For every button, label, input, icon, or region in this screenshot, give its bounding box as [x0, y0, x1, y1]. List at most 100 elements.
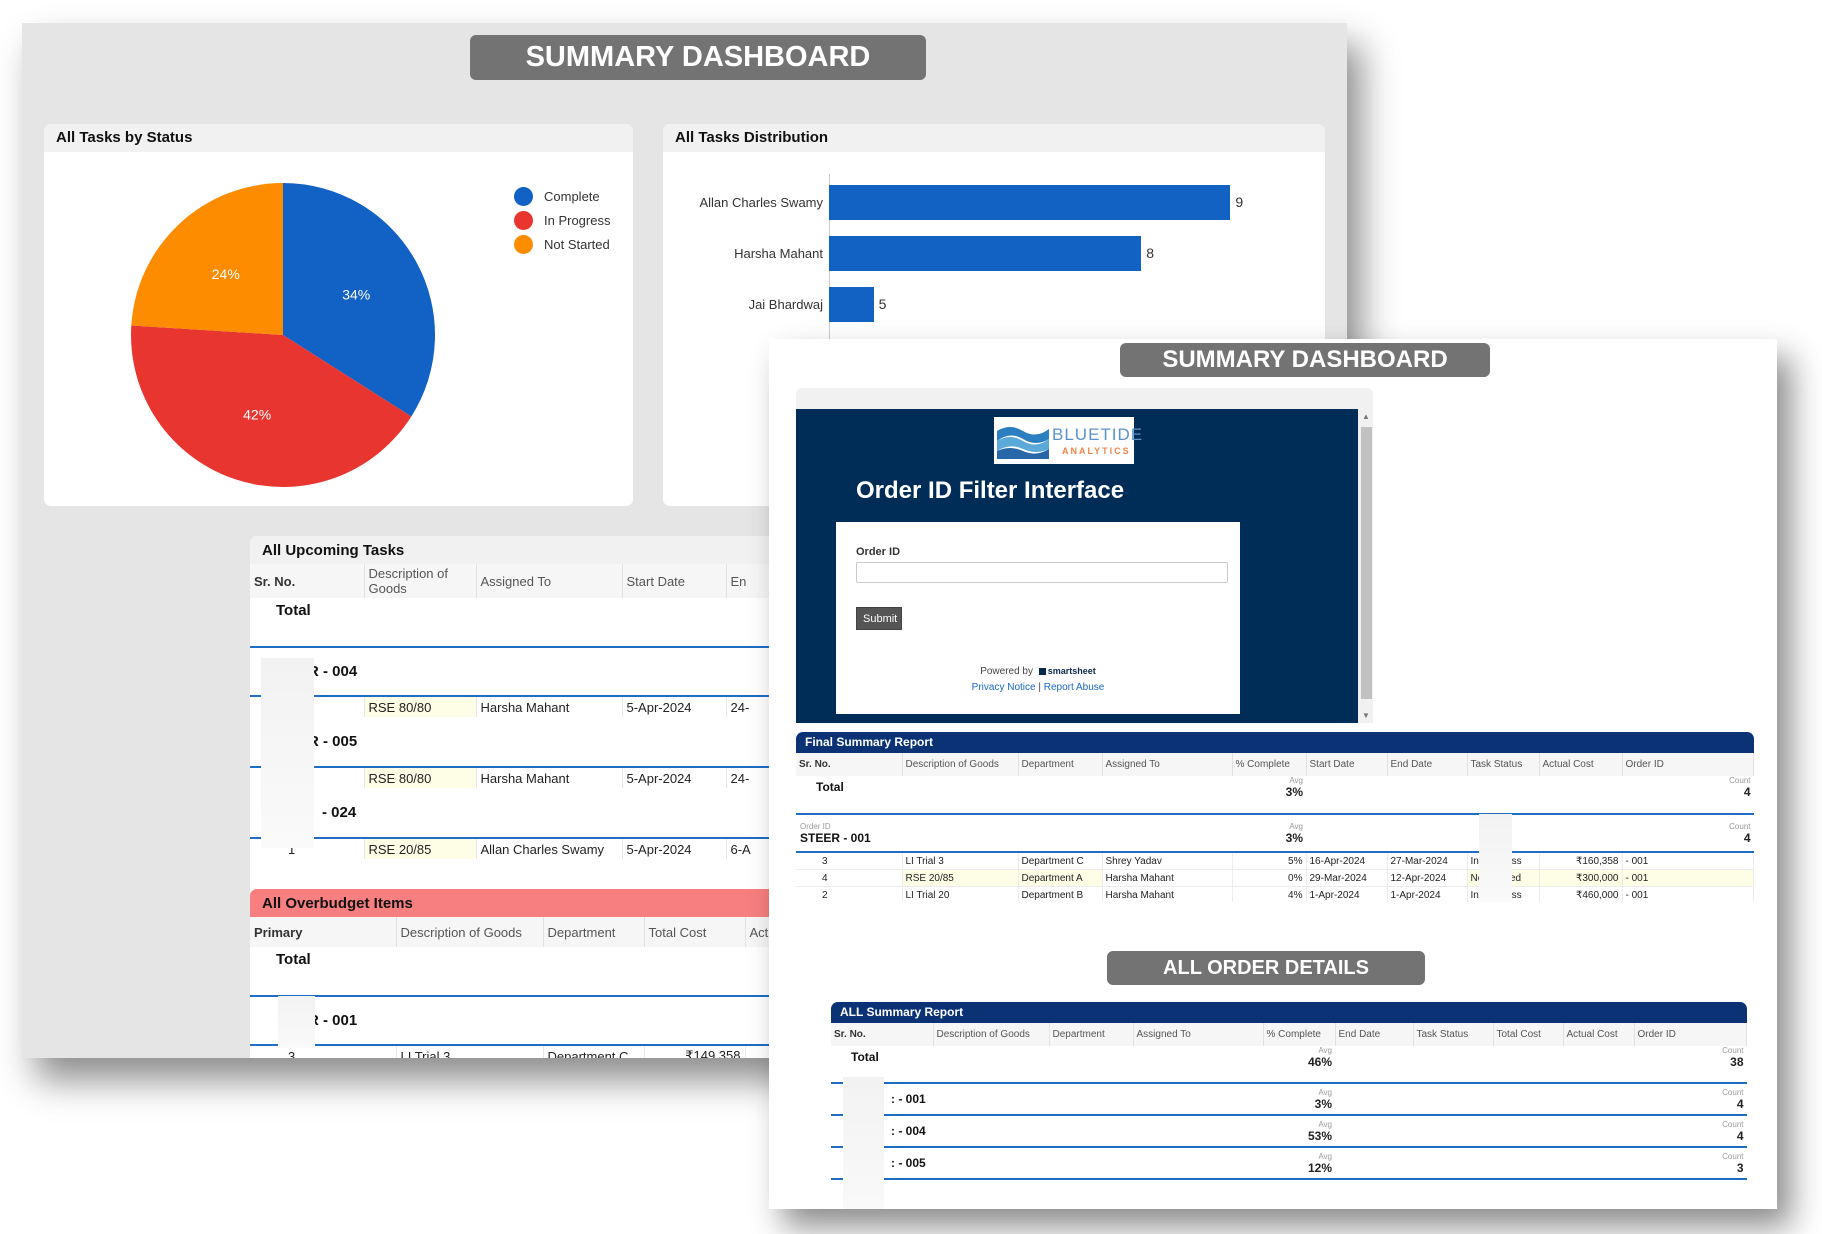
col-header[interactable]: End Date — [1335, 1023, 1414, 1046]
col-header[interactable]: Description of Goods — [396, 917, 544, 947]
tasks-by-status-card: All Tasks by Status 34% 42% 24% Complete In… — [44, 124, 633, 506]
col-header[interactable]: Assigned To — [1102, 753, 1233, 776]
col-header[interactable]: Task Status — [1467, 753, 1540, 776]
col-header[interactable]: Description of Goods — [902, 753, 1019, 776]
col-header[interactable]: % Complete — [1232, 753, 1307, 776]
table-row[interactable]: 4 RSE 20/85 Department A Harsha Mahant 0% 29-… — [796, 869, 1754, 887]
group-name: : - 004 — [891, 1124, 926, 1138]
bar-card-title: All Tasks Distribution — [663, 124, 1325, 152]
bar-value-label: 9 — [1235, 194, 1244, 210]
group-row: R - 004 — [250, 647, 790, 696]
overbudget-title: All Overbudget Items — [250, 889, 790, 917]
group-row[interactable]: : - 004 Avg 53% Count 4 — [831, 1115, 1747, 1147]
all-report-table: Sr. No. Description of Goods Department … — [831, 1023, 1747, 1189]
table-row[interactable]: 3 LI Trial 3 Department C ₹149,358 — [250, 1045, 790, 1058]
dashboard-banner: SUMMARY DASHBOARD — [470, 35, 926, 80]
count-label: Count — [1722, 1087, 1744, 1097]
legend-item[interactable]: Not Started — [514, 232, 610, 256]
legend-item[interactable]: In Progress — [514, 208, 610, 232]
col-header[interactable]: Assigned To — [1133, 1023, 1264, 1046]
table-header-row: Sr. No. Description of Goods Assigned To… — [250, 564, 790, 598]
cell-start: 5-Apr-2024 — [622, 767, 727, 788]
cell-start-date: 16-Apr-2024 — [1306, 852, 1388, 870]
pie-slice-not-started[interactable] — [131, 183, 283, 335]
report-abuse-link[interactable]: Report Abuse — [1044, 682, 1105, 693]
total-label: Total — [276, 951, 311, 968]
col-header[interactable]: Department — [543, 917, 645, 947]
col-header[interactable]: Sr. No. — [796, 753, 903, 776]
legend-item[interactable]: Complete — [514, 184, 610, 208]
group-name: R - 005 — [308, 733, 358, 750]
bar-value-label: 8 — [1146, 245, 1154, 261]
col-header[interactable]: Start Date — [1306, 753, 1388, 776]
group-row[interactable]: : - 005 Avg 12% Count 3 — [831, 1147, 1747, 1179]
col-header[interactable]: Task Status — [1413, 1023, 1494, 1046]
cell-order-id: - 001 — [1622, 852, 1754, 870]
cell-desc: LI Trial 3 — [396, 1045, 544, 1058]
col-header[interactable]: % Complete — [1263, 1023, 1336, 1046]
scroll-up-icon[interactable]: ▲ — [1362, 412, 1370, 421]
pie-slice-label: 42% — [243, 407, 271, 423]
table-row[interactable]: 1 RSE 20/85 Allan Charles Swamy 5-Apr-20… — [250, 838, 790, 859]
count-label: Count — [1729, 821, 1751, 831]
col-header[interactable]: Start Date — [622, 564, 727, 598]
order-id-input[interactable] — [856, 562, 1228, 583]
col-header[interactable]: Department — [1018, 753, 1103, 776]
cell-dept: Department C — [1018, 852, 1103, 870]
group-count: 4 — [1736, 1096, 1744, 1111]
group-caption: Order ID — [800, 821, 831, 831]
col-header[interactable]: Actual Cost — [1539, 753, 1623, 776]
cell-desc: RSE 80/80 — [364, 696, 477, 717]
submit-button[interactable]: Submit — [856, 607, 902, 630]
table-header-row: Sr. No. Description of Goods Department … — [831, 1023, 1747, 1046]
cell-sr: 2 — [796, 886, 903, 902]
total-row: Total — [250, 947, 790, 996]
scrollbar-thumb[interactable] — [1361, 427, 1372, 699]
col-header[interactable]: End Date — [1387, 753, 1468, 776]
col-header[interactable]: Sr. No. — [831, 1023, 934, 1046]
group-row: Order ID STEER - 001 Avg 3% Count 4 — [796, 814, 1754, 852]
table-row[interactable]: RSE 80/80 Harsha Mahant 5-Apr-2024 24- — [250, 696, 790, 717]
bar-harsha-mahant[interactable] — [829, 236, 1142, 271]
total-count: 4 — [1743, 785, 1751, 799]
legend-label: Complete — [544, 188, 600, 204]
col-header[interactable]: Primary — [250, 917, 397, 947]
bar-allan-charles-swamy[interactable] — [829, 185, 1231, 220]
cell-assigned: Harsha Mahant — [1102, 869, 1233, 887]
privacy-notice-link[interactable]: Privacy Notice — [972, 682, 1036, 693]
col-header[interactable]: Order ID — [1634, 1023, 1747, 1046]
table-row[interactable]: RSE 80/80 Harsha Mahant 5-Apr-2024 24- — [250, 767, 790, 788]
col-header[interactable]: Assigned To — [476, 564, 623, 598]
redaction-box — [278, 996, 315, 1048]
col-header[interactable]: Total Cost — [644, 917, 746, 947]
total-label: Total — [851, 1050, 879, 1064]
avg-label: Avg — [1318, 1046, 1332, 1055]
smartsheet-icon — [1038, 667, 1046, 675]
form-scrollbar[interactable]: ▲ ▼ — [1359, 409, 1373, 723]
dashboard-banner: SUMMARY DASHBOARD — [1120, 343, 1490, 377]
col-header[interactable]: Order ID — [1622, 753, 1754, 776]
count-label: Count — [1722, 1119, 1744, 1129]
bar-jai-bhardwaj[interactable] — [829, 287, 874, 322]
total-avg-complete: 3% — [1285, 785, 1303, 799]
cell-start: 5-Apr-2024 — [622, 838, 727, 859]
col-header[interactable]: Department — [1049, 1023, 1134, 1046]
group-row[interactable]: : - 001 Avg 3% Count 4 — [831, 1083, 1747, 1115]
col-header[interactable]: Description of Goods — [933, 1023, 1050, 1046]
col-header[interactable]: Total Cost — [1493, 1023, 1564, 1046]
table-header-row: Primary Description of Goods Department … — [250, 917, 790, 947]
table-row[interactable]: 3 LI Trial 3 Department C Shrey Yadav 5% 16-A… — [796, 852, 1754, 870]
cell-desc: RSE 20/85 — [902, 869, 1019, 887]
total-row: Total Avg 46% Count 38 — [831, 1046, 1747, 1083]
count-label: Count — [1722, 1046, 1744, 1055]
table-row[interactable]: 2 LI Trial 20 Department B Harsha Mahant 4% 1… — [796, 886, 1754, 902]
col-header[interactable]: Sr. No. — [250, 564, 365, 598]
cell-end-date: 27-Mar-2024 — [1387, 852, 1468, 870]
scroll-down-icon[interactable]: ▼ — [1362, 711, 1370, 720]
group-name: R - 004 — [308, 663, 358, 680]
cell-desc: RSE 20/85 — [364, 838, 477, 859]
total-label: Total — [816, 780, 844, 794]
wave-logo-icon — [997, 427, 1049, 459]
col-header[interactable]: Actual Cost — [1563, 1023, 1635, 1046]
col-header[interactable]: Description of Goods — [364, 564, 477, 598]
